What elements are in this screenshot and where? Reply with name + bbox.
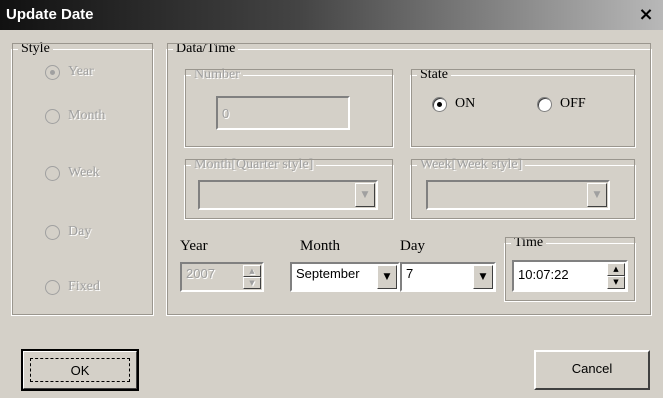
- time-spin-buttons: ▲ ▼: [607, 263, 625, 289]
- chevron-down-icon[interactable]: ▼: [355, 183, 375, 207]
- style-radio-fixed[interactable]: Fixed: [45, 279, 100, 295]
- year-label: Year: [180, 238, 208, 254]
- radio-icon: [45, 224, 60, 240]
- month-label: Month: [300, 238, 341, 254]
- radio-icon: [45, 64, 60, 80]
- month-value: September: [296, 266, 360, 281]
- week-style-legend: Week[Week style]: [420, 157, 523, 172]
- radio-icon: [45, 165, 60, 181]
- month-quarter-select[interactable]: ▼: [198, 180, 378, 210]
- month-select[interactable]: September ▼: [290, 262, 400, 292]
- style-radio-year[interactable]: Year: [45, 64, 94, 80]
- cancel-button[interactable]: Cancel: [534, 350, 650, 390]
- close-icon[interactable]: ×: [635, 4, 657, 26]
- time-input[interactable]: 10:07:22 ▲ ▼: [512, 260, 628, 292]
- radio-icon: [45, 279, 60, 295]
- style-radio-label: Day: [68, 224, 92, 239]
- state-group-legend: State: [420, 67, 448, 82]
- style-radio-week[interactable]: Week: [45, 165, 100, 181]
- number-value: 0: [222, 106, 230, 121]
- year-spin-buttons: ▲ ▼: [243, 265, 261, 289]
- number-group-legend: Number: [194, 67, 240, 82]
- style-radio-month[interactable]: Month: [45, 108, 105, 124]
- chevron-down-icon[interactable]: ▼: [377, 265, 397, 289]
- day-value: 7: [406, 266, 414, 281]
- number-input[interactable]: 0: [216, 96, 350, 130]
- style-radio-label: Year: [68, 64, 94, 79]
- radio-icon: [432, 96, 447, 112]
- chevron-down-icon[interactable]: ▼: [473, 265, 493, 289]
- chevron-down-icon[interactable]: ▼: [587, 183, 607, 207]
- time-legend: Time: [514, 235, 544, 250]
- style-radio-day[interactable]: Day: [45, 224, 91, 240]
- ok-button[interactable]: OK: [21, 349, 139, 391]
- style-radio-label: Fixed: [68, 279, 100, 294]
- radio-icon: [537, 96, 552, 112]
- radio-icon: [45, 108, 60, 124]
- style-group-legend: Style: [21, 41, 50, 56]
- arrow-down-icon[interactable]: ▼: [243, 277, 261, 289]
- week-style-select[interactable]: ▼: [426, 180, 610, 210]
- cancel-label: Cancel: [571, 361, 613, 376]
- state-on-label: ON: [455, 96, 476, 111]
- ok-label: OK: [70, 362, 90, 378]
- arrow-up-icon[interactable]: ▲: [607, 263, 625, 276]
- title-bar: Update Date: [0, 0, 663, 30]
- arrow-up-icon[interactable]: ▲: [243, 265, 261, 277]
- day-select[interactable]: 7 ▼: [400, 262, 496, 292]
- window-title: Update Date: [6, 6, 94, 23]
- ok-focus-rect: OK: [30, 358, 130, 382]
- style-radio-label: Week: [68, 165, 100, 180]
- state-radio-off[interactable]: OFF: [537, 96, 586, 112]
- day-label: Day: [400, 238, 425, 254]
- month-quarter-legend: Month[Quarter style]: [194, 157, 314, 172]
- year-spinner[interactable]: 2007 ▲ ▼: [180, 262, 264, 292]
- state-off-label: OFF: [560, 96, 586, 111]
- datatime-group-legend: Data/Time: [176, 41, 236, 56]
- time-value: 10:07:22: [518, 267, 569, 282]
- style-radio-label: Month: [68, 108, 106, 123]
- state-radio-on[interactable]: ON: [432, 96, 475, 112]
- arrow-down-icon[interactable]: ▼: [607, 276, 625, 289]
- year-value: 2007: [186, 266, 215, 281]
